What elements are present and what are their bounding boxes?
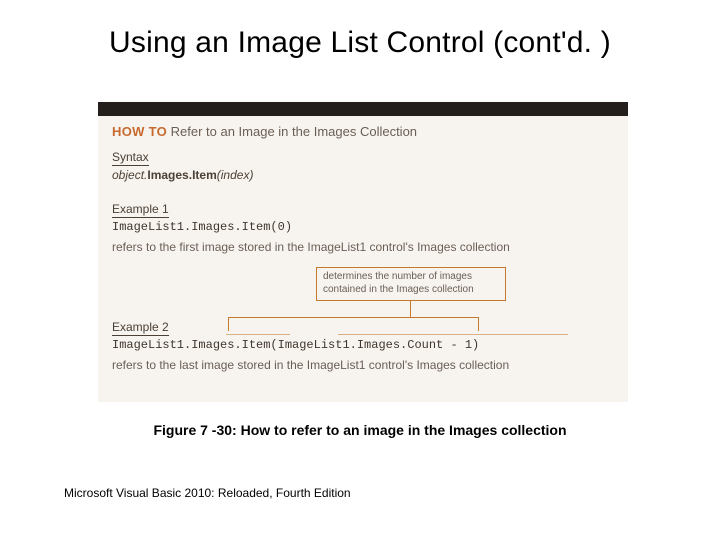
figure-box: HOW TO Refer to an Image in the Images C… (98, 102, 628, 402)
syntax-index: index (221, 168, 250, 182)
example2-heading: Example 2 (112, 320, 169, 336)
callout-connector (228, 317, 478, 318)
syntax-heading: Syntax (112, 150, 149, 166)
howto-line: HOW TO Refer to an Image in the Images C… (112, 124, 417, 139)
callout-connector (410, 301, 411, 317)
callout-underline (226, 334, 290, 335)
slide-footer: Microsoft Visual Basic 2010: Reloaded, F… (64, 486, 351, 500)
syntax-code: object.Images.Item(index) (112, 168, 253, 182)
callout-box: determines the number of images containe… (316, 267, 506, 301)
callout-connector (228, 317, 229, 331)
example2-code: ImageList1.Images.Item(ImageList1.Images… (112, 338, 479, 352)
example1-description: refers to the first image stored in the … (112, 240, 510, 254)
example2-description: refers to the last image stored in the I… (112, 358, 509, 372)
howto-subject: Refer to an Image in the Images Collecti… (171, 124, 417, 139)
example1-code: ImageList1.Images.Item(0) (112, 220, 292, 234)
callout-underline (338, 334, 568, 335)
syntax-images-item: Images.Item (147, 168, 216, 182)
slide: Using an Image List Control (cont'd. ) H… (0, 0, 720, 540)
syntax-object: object (112, 168, 144, 182)
syntax-close: ) (249, 168, 253, 182)
callout-connector (478, 317, 479, 331)
example1-heading: Example 1 (112, 202, 169, 218)
figure-header-bar (98, 102, 628, 116)
figure-caption: Figure 7 -30: How to refer to an image i… (0, 422, 720, 438)
slide-title: Using an Image List Control (cont'd. ) (0, 26, 720, 60)
callout-line1: determines the number of images (323, 271, 499, 284)
howto-label: HOW TO (112, 124, 167, 139)
callout-line2: contained in the Images collection (323, 284, 499, 297)
